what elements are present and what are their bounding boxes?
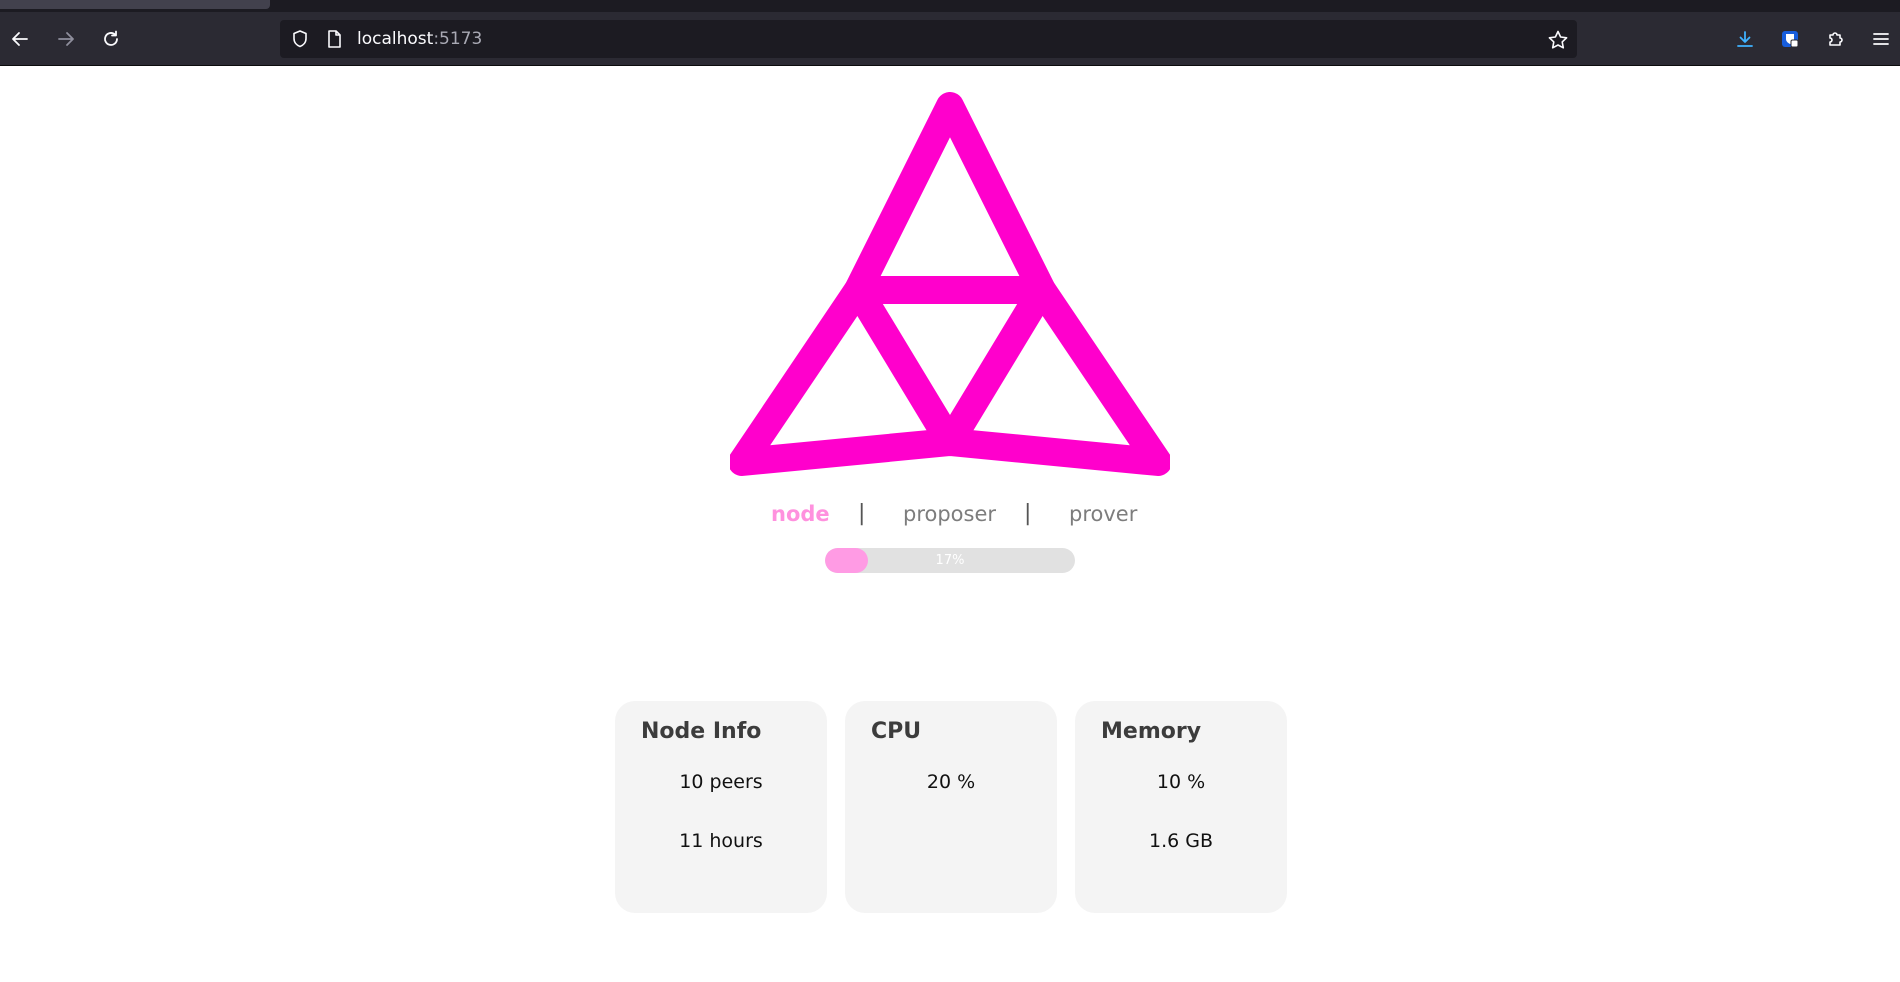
sync-progress-bar: 17% bbox=[825, 548, 1075, 573]
nav-item-prover[interactable]: prover bbox=[1069, 494, 1137, 534]
memory-percent-value: 10 % bbox=[1156, 771, 1206, 793]
tab-strip bbox=[0, 0, 1900, 12]
url-host: localhost bbox=[357, 29, 434, 49]
arrow-left-icon bbox=[12, 32, 28, 46]
download-icon bbox=[1737, 31, 1753, 47]
menu-button[interactable] bbox=[1863, 21, 1899, 57]
back-button[interactable] bbox=[2, 21, 38, 57]
downloads-button[interactable] bbox=[1727, 21, 1763, 57]
url-text[interactable]: localhost:5173 bbox=[357, 20, 482, 58]
memory-amount-value: 1.6 GB bbox=[1148, 830, 1213, 852]
active-browser-tab[interactable] bbox=[0, 0, 270, 9]
nav-item-node[interactable]: node bbox=[771, 494, 830, 534]
forward-button[interactable] bbox=[48, 21, 84, 57]
reload-button[interactable] bbox=[93, 21, 129, 57]
progress-label: 17% bbox=[935, 553, 965, 568]
bitwarden-extension-button[interactable] bbox=[1772, 21, 1808, 57]
card-title: Memory bbox=[1101, 719, 1202, 744]
nav-separator: | bbox=[858, 501, 866, 526]
memory-card: Memory 10 % 1.6 GB bbox=[1075, 701, 1287, 913]
reload-icon bbox=[104, 30, 118, 46]
cpu-usage-value: 20 % bbox=[926, 771, 976, 793]
role-nav: node | proposer | prover bbox=[0, 494, 1900, 534]
bitwarden-shield-icon bbox=[1782, 31, 1799, 48]
arrow-right-icon bbox=[58, 32, 74, 46]
nav-separator: | bbox=[1024, 501, 1032, 526]
extensions-button[interactable] bbox=[1818, 21, 1854, 57]
url-port: :5173 bbox=[433, 29, 483, 49]
cpu-card: CPU 20 % bbox=[845, 701, 1057, 913]
node-info-card: Node Info 10 peers 11 hours bbox=[615, 701, 827, 913]
puzzle-icon bbox=[1829, 32, 1843, 46]
card-title: CPU bbox=[871, 719, 922, 744]
card-title: Node Info bbox=[641, 719, 762, 744]
nav-item-proposer[interactable]: proposer bbox=[903, 494, 996, 534]
triangle-logo-icon bbox=[730, 92, 1170, 476]
shield-icon[interactable] bbox=[290, 29, 310, 49]
logo bbox=[730, 92, 1170, 482]
uptime-value: 11 hours bbox=[679, 830, 763, 852]
page-icon[interactable] bbox=[324, 29, 344, 49]
browser-toolbar: localhost:5173 bbox=[0, 12, 1900, 66]
star-icon[interactable] bbox=[1547, 29, 1569, 51]
peers-value: 10 peers bbox=[679, 771, 763, 793]
hamburger-menu-icon bbox=[1873, 33, 1889, 45]
url-bar[interactable]: localhost:5173 bbox=[280, 20, 1577, 58]
